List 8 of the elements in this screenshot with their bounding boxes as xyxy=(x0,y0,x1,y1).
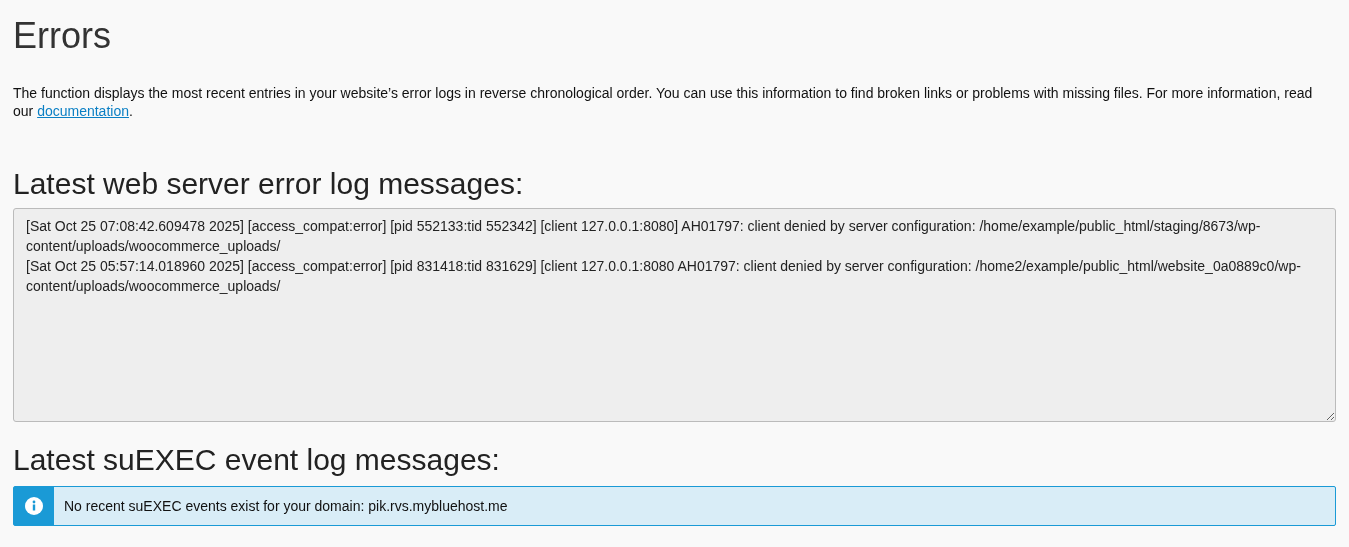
log-field[interactable]: [Sat Oct 25 07:08:42.609478 2025] [access_compat:error] [pid 552133:tid 552342] [client 127.0.0.1:8080] AH01797: client denied by server configuration: /home/example/public_html/staging/8673/wp-content/uploads/woocommerce_uploads/ [Sat Oct 25 05:57:14.018960 2025] [access_compat:error] [pid 831418:tid 831629] [client 127.0.0.1:8080 AH01797: client denied by server configuration: /home2/example/public_html/website_0a0889c0/wp-content/uploads/woocommerce_uploads/ xyxy=(13,208,1336,422)
documentation-link[interactable]: documentation xyxy=(37,103,129,119)
section-heading: Latest web server error log messages: xyxy=(13,166,525,202)
info-icon xyxy=(25,497,43,515)
description-text: The function displays the most recent entries in your website’s error logs in reverse chronological order. You can use this information to find broken links or problems with missing files. For more information, read our documentation. xyxy=(13,84,1314,120)
section-heading: Latest suEXEC event log messages: xyxy=(13,442,501,478)
alert-message: No recent suEXEC events exist for your domain: pik.rvs.mybluehost.me xyxy=(63,496,508,516)
page-title: Errors xyxy=(13,14,112,58)
